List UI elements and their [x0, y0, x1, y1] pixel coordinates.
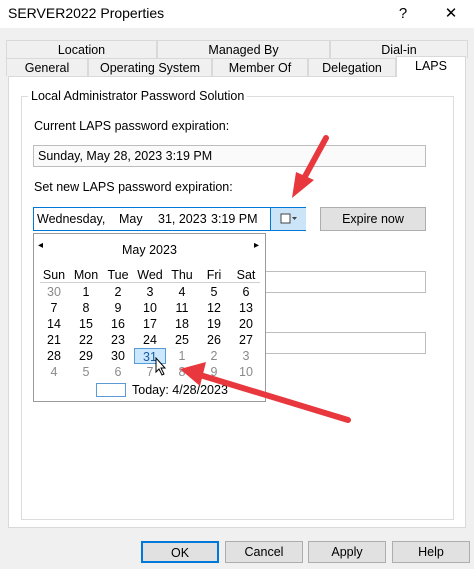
apply-button[interactable]: Apply — [308, 541, 386, 563]
annotation-arrows-icon — [180, 135, 351, 423]
tab-laps[interactable]: LAPS — [396, 56, 466, 77]
help-button[interactable]: Help — [392, 541, 470, 563]
mouse-cursor-icon — [155, 357, 167, 376]
cancel-button[interactable]: Cancel — [225, 541, 303, 563]
ok-button[interactable]: OK — [141, 541, 219, 563]
